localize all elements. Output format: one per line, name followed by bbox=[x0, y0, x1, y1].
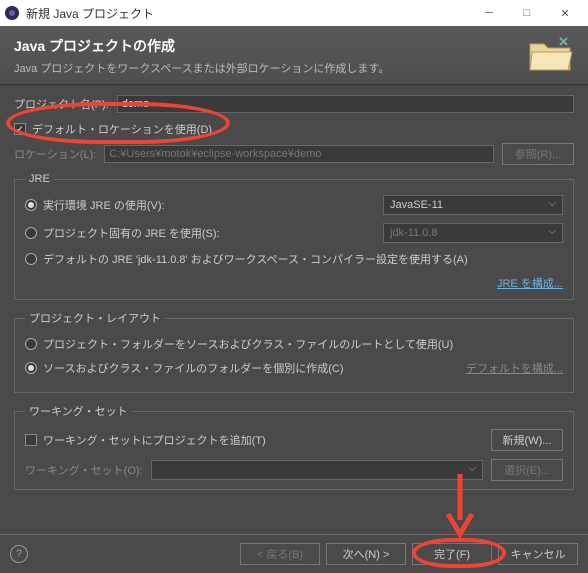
use-default-location-label: デフォルト・ロケーションを使用(D) bbox=[32, 121, 212, 137]
jre-project-radio[interactable]: プロジェクト固有の JRE を使用(S): bbox=[25, 225, 383, 241]
jre-default-label: デフォルトの JRE 'jdk-11.0.8' およびワークスペース・コンパイラ… bbox=[43, 251, 468, 267]
browse-button: 参照(R)... bbox=[502, 143, 574, 165]
wizard-content: プロジェクト名(P): ✓ デフォルト・ロケーションを使用(D) ロケーション(… bbox=[0, 85, 588, 510]
close-button[interactable]: ✕ bbox=[546, 0, 584, 26]
folder-icon bbox=[526, 34, 574, 77]
jre-legend: JRE bbox=[25, 173, 54, 185]
layout-root-radio[interactable]: プロジェクト・フォルダーをソースおよびクラス・ファイルのルートとして使用(U) bbox=[25, 336, 563, 352]
page-description: Java プロジェクトをワークスペースまたは外部ロケーションに作成します。 bbox=[14, 60, 574, 76]
location-row: ロケーション(L): 参照(R)... bbox=[14, 143, 574, 165]
layout-root-label: プロジェクト・フォルダーをソースおよびクラス・ファイルのルートとして使用(U) bbox=[43, 336, 453, 352]
project-name-input[interactable] bbox=[117, 95, 574, 113]
jre-env-label: 実行環境 JRE の使用(V): bbox=[43, 197, 165, 213]
workingset-add-checkbox[interactable]: ✓ ワーキング・セットにプロジェクトを追加(T) bbox=[25, 432, 491, 448]
window-title: 新規 Java プロジェクト bbox=[26, 5, 470, 22]
project-name-row: プロジェクト名(P): bbox=[14, 95, 574, 113]
back-button: < 戻る(B) bbox=[240, 543, 320, 565]
cancel-button[interactable]: キャンセル bbox=[498, 543, 578, 565]
location-label: ロケーション(L): bbox=[14, 146, 96, 162]
workingset-select bbox=[151, 460, 483, 480]
jre-group: JRE 実行環境 JRE の使用(V): JavaSE-11 プロジェクト固有の… bbox=[14, 173, 574, 300]
layout-legend: プロジェクト・レイアウト bbox=[25, 310, 165, 326]
finish-button[interactable]: 完了(F) bbox=[412, 543, 492, 565]
wizard-footer: ? < 戻る(B) 次へ(N) > 完了(F) キャンセル bbox=[0, 534, 588, 573]
radio-icon bbox=[25, 362, 37, 374]
layout-separate-radio[interactable]: ソースおよびクラス・ファイルのフォルダーを個別に作成(C) bbox=[25, 360, 466, 376]
workingset-group: ワーキング・セット ✓ ワーキング・セットにプロジェクトを追加(T) 新規(W)… bbox=[14, 403, 574, 490]
workingset-select-button: 選択(E)... bbox=[491, 459, 563, 481]
workingset-add-label: ワーキング・セットにプロジェクトを追加(T) bbox=[43, 432, 266, 448]
location-input bbox=[104, 145, 494, 163]
workingset-list-label: ワーキング・セット(O): bbox=[25, 462, 143, 478]
jre-default-radio[interactable]: デフォルトの JRE 'jdk-11.0.8' およびワークスペース・コンパイラ… bbox=[25, 251, 563, 267]
project-name-label: プロジェクト名(P): bbox=[14, 96, 109, 112]
layout-separate-label: ソースおよびクラス・ファイルのフォルダーを個別に作成(C) bbox=[43, 360, 344, 376]
radio-icon bbox=[25, 338, 37, 350]
radio-icon bbox=[25, 199, 37, 211]
checkbox-icon: ✓ bbox=[14, 123, 26, 135]
minimize-button[interactable]: ─ bbox=[470, 0, 508, 26]
use-default-location-checkbox[interactable]: ✓ デフォルト・ロケーションを使用(D) bbox=[14, 121, 574, 137]
jre-project-select: jdk-11.0.8 bbox=[383, 223, 563, 243]
maximize-button[interactable]: □ bbox=[508, 0, 546, 26]
jre-configure-link[interactable]: JRE を構成... bbox=[497, 278, 563, 290]
jre-env-radio[interactable]: 実行環境 JRE の使用(V): bbox=[25, 197, 383, 213]
radio-icon bbox=[25, 253, 37, 265]
radio-icon bbox=[25, 227, 37, 239]
wizard-header: Java プロジェクトの作成 Java プロジェクトをワークスペースまたは外部ロ… bbox=[0, 26, 588, 85]
workingset-legend: ワーキング・セット bbox=[25, 403, 132, 419]
next-button[interactable]: 次へ(N) > bbox=[326, 543, 406, 565]
workingset-new-button[interactable]: 新規(W)... bbox=[491, 429, 563, 451]
help-button[interactable]: ? bbox=[10, 545, 28, 563]
checkbox-icon: ✓ bbox=[25, 434, 37, 446]
layout-group: プロジェクト・レイアウト プロジェクト・フォルダーをソースおよびクラス・ファイル… bbox=[14, 310, 574, 393]
jre-project-label: プロジェクト固有の JRE を使用(S): bbox=[43, 225, 220, 241]
jre-env-select[interactable]: JavaSE-11 bbox=[383, 195, 563, 215]
page-title: Java プロジェクトの作成 bbox=[14, 36, 574, 56]
layout-configure-link[interactable]: デフォルトを構成... bbox=[466, 360, 563, 376]
titlebar: 新規 Java プロジェクト ─ □ ✕ bbox=[0, 0, 588, 26]
app-icon bbox=[4, 5, 20, 21]
